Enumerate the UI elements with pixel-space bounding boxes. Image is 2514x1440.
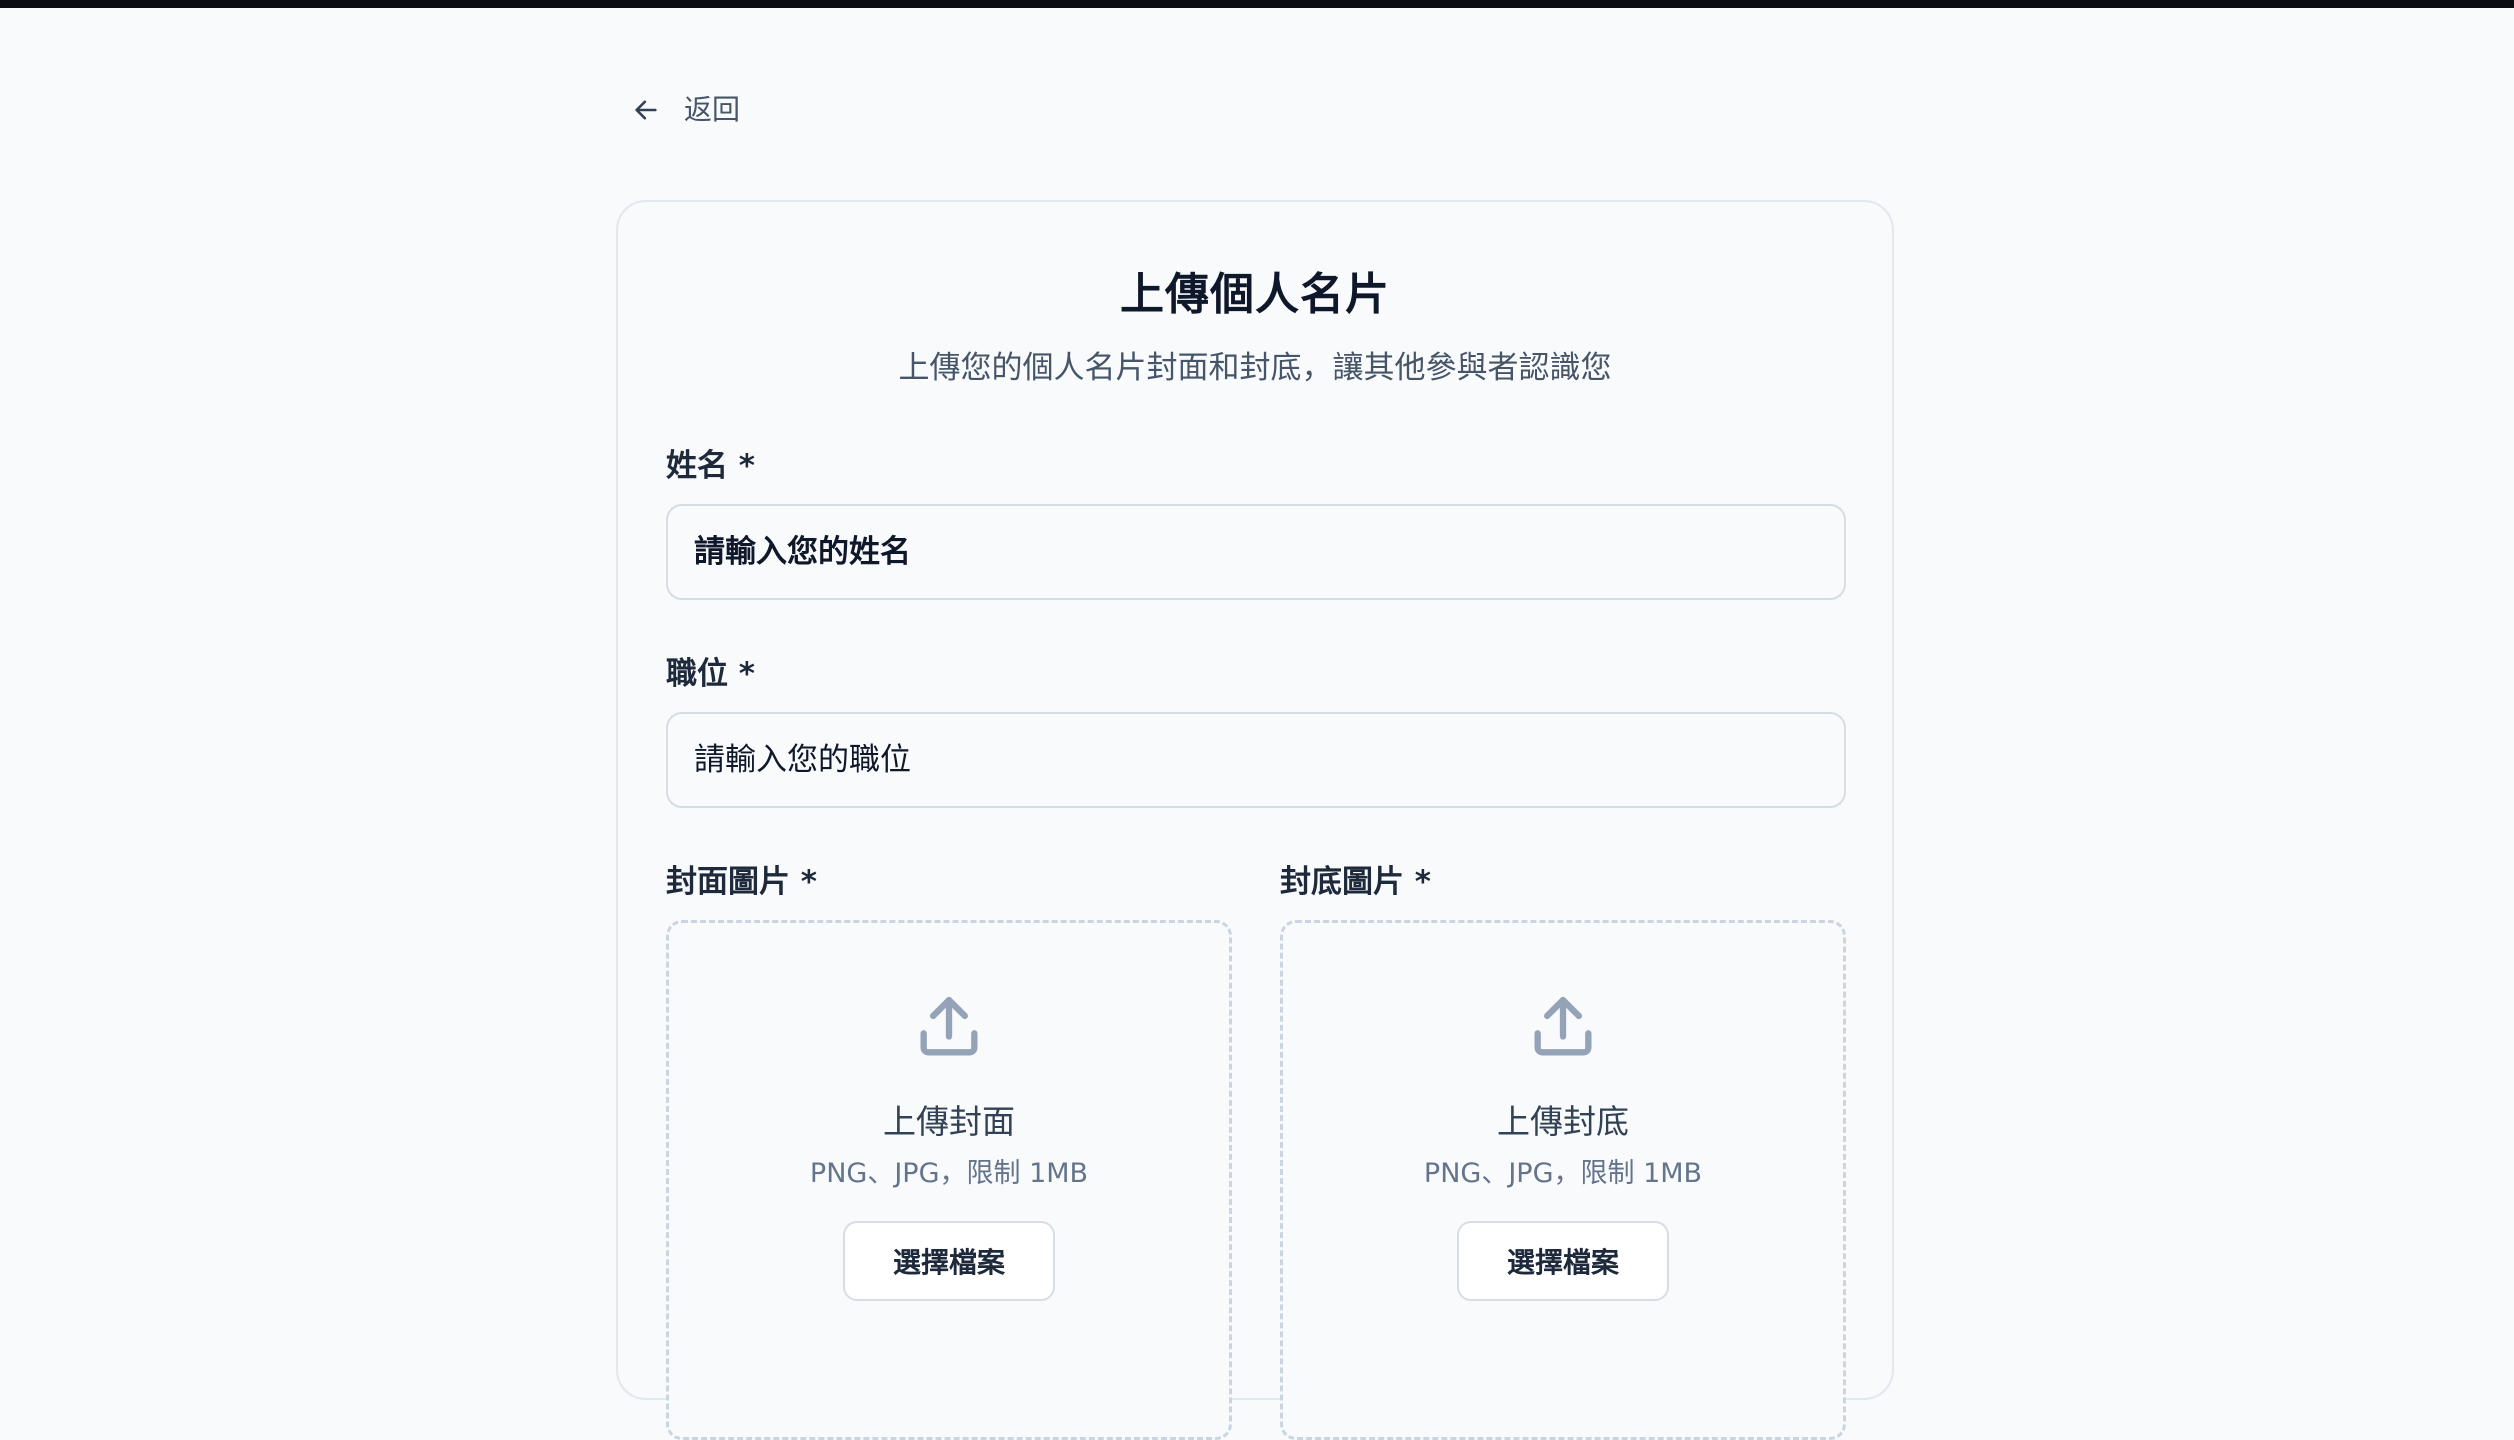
position-label: 職位 * — [666, 656, 756, 692]
front-choose-file-button[interactable]: 選擇檔案 — [843, 1221, 1055, 1301]
upload-icon — [1525, 989, 1601, 1065]
page-title: 上傳個人名片 — [1120, 269, 1390, 320]
arrow-left-icon — [630, 94, 662, 126]
front-upload-hint: PNG、JPG，限制 1MB — [809, 1158, 1089, 1189]
back-link-label: 返回 — [684, 93, 741, 126]
name-input[interactable] — [666, 504, 1846, 600]
back-image-dropzone[interactable]: 上傳封底 PNG、JPG，限制 1MB 選擇檔案 — [1280, 920, 1846, 1440]
front-image-dropzone[interactable]: 上傳封面 PNG、JPG，限制 1MB 選擇檔案 — [666, 920, 1232, 1440]
upload-icon — [911, 989, 987, 1065]
position-input[interactable] — [666, 712, 1846, 808]
back-upload-title: 上傳封底 — [1497, 1102, 1629, 1141]
back-choose-file-button[interactable]: 選擇檔案 — [1457, 1221, 1669, 1301]
name-label: 姓名 * — [666, 448, 756, 484]
back-upload-hint: PNG、JPG，限制 1MB — [1423, 1158, 1703, 1189]
front-image-label: 封面圖片 * — [666, 864, 818, 900]
page-subtitle: 上傳您的個人名片封面和封底，讓其他參與者認識您 — [898, 350, 1612, 386]
front-upload-title: 上傳封面 — [883, 1102, 1015, 1141]
back-link[interactable]: 返回 — [630, 90, 740, 130]
window-top-bar — [0, 0, 2514, 8]
back-image-label: 封底圖片 * — [1280, 864, 1432, 900]
upload-card: 上傳個人名片 上傳您的個人名片封面和封底，讓其他參與者認識您 姓名 * 職位 *… — [616, 200, 1894, 1440]
